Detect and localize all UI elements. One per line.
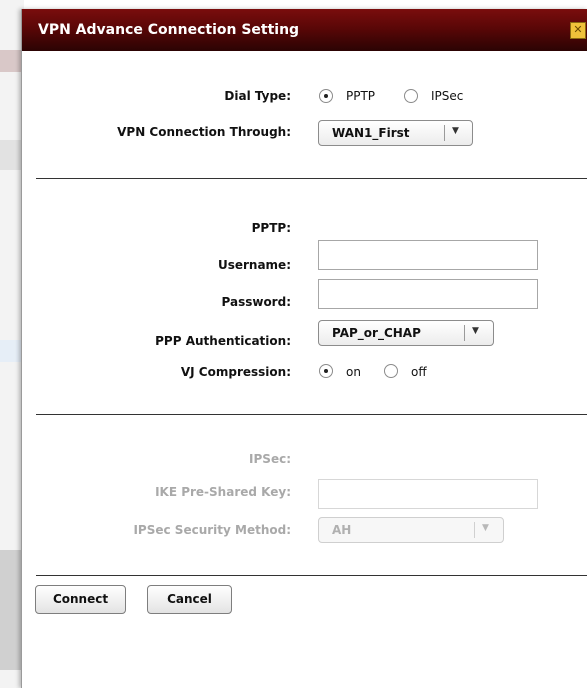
section-divider [36,414,587,415]
password-field[interactable] [318,279,538,309]
connect-button[interactable]: Connect [35,585,126,614]
dial-type-label: Dial Type: [224,89,291,103]
dialog-titlebar: VPN Advance Connection Setting ✕ [22,9,587,51]
username-field[interactable] [318,240,538,270]
vj-on-radio[interactable] [319,364,333,378]
username-label: Username: [217,258,291,272]
chevron-down-icon: ▼ [472,326,479,336]
ipsec-heading: IPSec: [249,452,291,466]
section-divider [36,575,587,576]
ppp-auth-label: PPP Authentication: [155,334,291,348]
pptp-heading: PPTP: [251,221,291,235]
vj-compression-label: VJ Compression: [180,365,291,379]
connection-through-label: VPN Connection Through: [117,125,291,139]
ike-key-field [318,479,538,509]
dial-type-pptp-radio[interactable] [319,89,333,103]
chevron-down-icon: ▼ [452,126,459,136]
connection-through-value: WAN1_First [332,126,410,140]
dial-type-ipsec-radio[interactable] [404,89,418,103]
radio-selected-dot [324,94,328,98]
chevron-down-icon: ▼ [482,523,489,533]
password-label: Password: [221,295,292,309]
vj-on-label[interactable]: on [346,365,361,379]
ipsec-method-select: AH ▼ [318,517,504,543]
section-divider [36,178,587,179]
dial-type-pptp-label[interactable]: PPTP [346,89,375,103]
vpn-advance-dialog: VPN Advance Connection Setting ✕ Dial Ty… [21,9,587,688]
connection-through-select[interactable]: WAN1_First ▼ [318,120,473,146]
ipsec-method-label: IPSec Security Method: [133,523,291,537]
dial-type-ipsec-label[interactable]: IPSec [431,89,463,103]
ppp-auth-select[interactable]: PAP_or_CHAP ▼ [318,320,494,346]
ipsec-method-value: AH [332,523,352,537]
close-icon[interactable]: ✕ [570,22,586,39]
cancel-button[interactable]: Cancel [147,585,232,614]
vj-off-label[interactable]: off [411,365,427,379]
ppp-auth-value: PAP_or_CHAP [332,326,421,340]
dialog-title: VPN Advance Connection Setting [38,22,300,38]
ike-key-label: IKE Pre-Shared Key: [155,485,291,499]
radio-selected-dot [324,369,328,373]
vj-off-radio[interactable] [384,364,398,378]
